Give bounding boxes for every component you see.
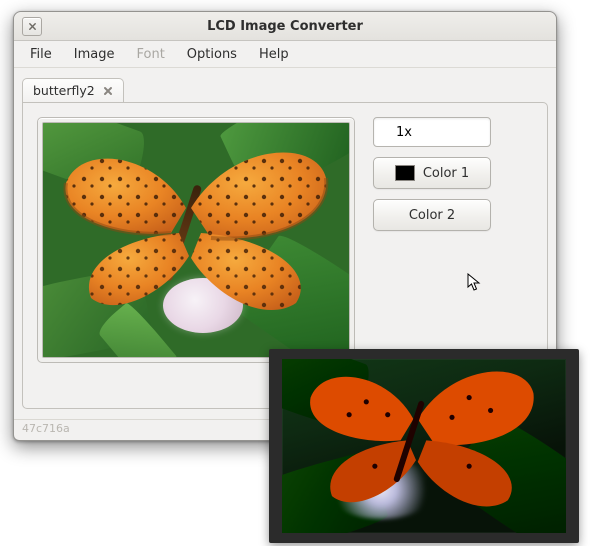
menu-help[interactable]: Help	[249, 44, 299, 65]
color2-button[interactable]: Color 2	[373, 199, 491, 231]
color1-button[interactable]: Color 1	[373, 157, 491, 189]
lcd-device-photo	[269, 349, 579, 543]
close-icon	[103, 86, 113, 96]
color1-label: Color 1	[423, 166, 469, 181]
tab-butterfly2[interactable]: butterfly2	[22, 78, 124, 103]
color1-swatch	[395, 165, 415, 181]
menu-options[interactable]: Options	[177, 44, 247, 65]
color2-label: Color 2	[409, 208, 455, 223]
zoom-spinbox[interactable]	[373, 117, 491, 147]
window-title: LCD Image Converter	[207, 19, 363, 34]
menu-image[interactable]: Image	[64, 44, 125, 65]
menubar: File Image Font Options Help	[14, 41, 556, 68]
status-text: 47c716a	[22, 422, 70, 435]
close-icon	[28, 22, 37, 31]
tab-label: butterfly2	[33, 83, 95, 98]
window-close-button[interactable]	[22, 17, 42, 36]
titlebar: LCD Image Converter	[14, 12, 556, 41]
image-viewer[interactable]	[42, 122, 350, 358]
zoom-input[interactable]	[374, 118, 491, 146]
image-viewer-frame	[37, 117, 355, 363]
menu-file[interactable]: File	[20, 44, 62, 65]
butterfly-image	[43, 123, 349, 357]
menu-font: Font	[126, 44, 174, 65]
lcd-device-screen	[282, 359, 566, 533]
tab-close-button[interactable]	[101, 84, 115, 98]
lcd-butterfly-image	[282, 359, 566, 533]
tab-row: butterfly2	[22, 76, 548, 102]
